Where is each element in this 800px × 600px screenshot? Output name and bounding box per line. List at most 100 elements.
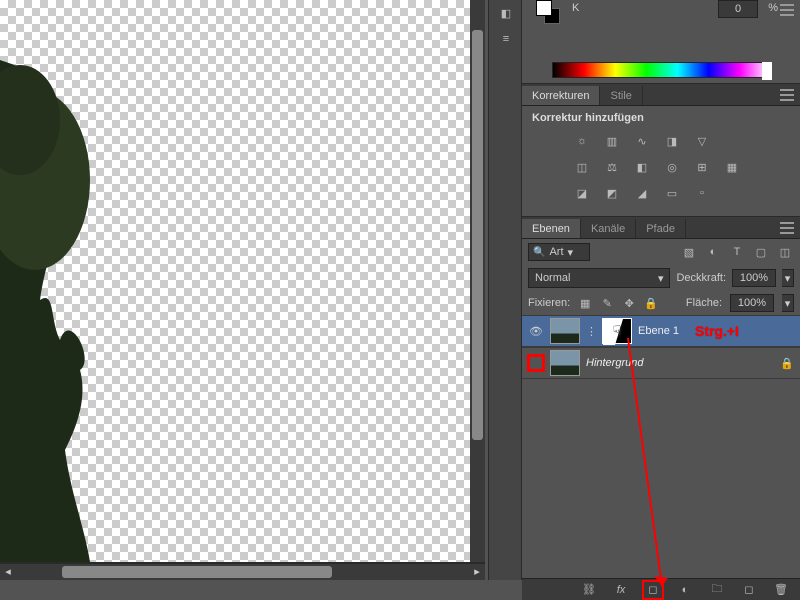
layer-fx-icon[interactable]: fx — [612, 582, 630, 598]
collapsed-panel-strip: ◧ ≡ — [488, 0, 522, 580]
curves-icon[interactable]: ∿ — [632, 132, 652, 150]
opacity-input[interactable]: 100% — [732, 269, 776, 287]
filter-adjustment-icon[interactable]: ◐ — [704, 243, 722, 261]
hue-icon[interactable]: ◫ — [572, 158, 592, 176]
layer-row[interactable]: 👁 ⋮ ☟ Ebene 1 Strg.+I — [522, 315, 800, 347]
layer-name[interactable]: Hintergrund — [586, 357, 643, 369]
posterize-icon[interactable]: ◩ — [602, 184, 622, 202]
foreground-color-swatch[interactable] — [536, 0, 552, 16]
scroll-left-icon[interactable]: ◂ — [2, 566, 14, 578]
vibrance-icon[interactable]: ▽ — [692, 132, 712, 150]
document-window: ◂ ▸ — [0, 0, 485, 580]
search-icon: 🔍 — [533, 247, 545, 258]
vertical-scrollbar[interactable] — [470, 0, 485, 562]
chevron-down-icon: ▾ — [658, 272, 664, 285]
layers-tabs: Ebenen Kanäle Pfade — [522, 217, 800, 239]
lock-position-icon[interactable]: ✥ — [622, 296, 636, 310]
canvas[interactable] — [0, 0, 470, 562]
collapsed-panel-icon[interactable]: ◧ — [489, 0, 523, 26]
panel-menu-icon[interactable] — [780, 4, 794, 16]
layers-panel: Ebenen Kanäle Pfade 🔍 Art ▾ ▧ ◐ T ▢ ◫ No… — [522, 217, 800, 379]
tab-ebenen[interactable]: Ebenen — [522, 219, 581, 238]
adjustment-icons-row-1: ☼ ▥ ∿ ◨ ▽ — [522, 128, 800, 154]
new-group-icon[interactable]: 🗀 — [708, 582, 726, 598]
new-layer-icon[interactable]: ◻ — [740, 582, 758, 598]
adjustments-panel: Korrekturen Stile Korrektur hinzufügen ☼… — [522, 84, 800, 217]
add-mask-icon[interactable]: ◻ — [644, 582, 662, 598]
lock-fill-row: Fixieren: ▦ ✎ ✥ 🔒 Fläche: 100% ▾ — [522, 291, 800, 315]
channel-mixer-icon[interactable]: ⊞ — [692, 158, 712, 176]
layer-list: 👁 ⋮ ☟ Ebene 1 Strg.+I Hintergrund 🔒 — [522, 315, 800, 379]
filter-shape-icon[interactable]: ▢ — [752, 243, 770, 261]
adjustments-tabs: Korrekturen Stile — [522, 84, 800, 106]
blend-mode-value: Normal — [535, 272, 570, 284]
lock-all-icon[interactable]: 🔒 — [644, 296, 658, 310]
fill-input[interactable]: 100% — [730, 294, 774, 312]
annotation-text: Strg.+I — [695, 323, 739, 339]
layer-name[interactable]: Ebene 1 — [638, 325, 679, 337]
visibility-toggle[interactable] — [528, 355, 544, 371]
tab-kanaele[interactable]: Kanäle — [581, 219, 636, 238]
lock-transparency-icon[interactable]: ▦ — [578, 296, 592, 310]
opacity-label: Deckkraft: — [676, 272, 726, 284]
filter-smart-icon[interactable]: ◫ — [776, 243, 794, 261]
lock-icon: 🔒 — [780, 357, 794, 370]
visibility-toggle[interactable]: 👁 — [528, 323, 544, 339]
levels-icon[interactable]: ▥ — [602, 132, 622, 150]
mask-link-icon[interactable]: ⋮ — [586, 325, 596, 338]
layer-filter-label: Art — [549, 246, 563, 258]
color-value-input[interactable]: 0 — [718, 0, 758, 18]
lock-paint-icon[interactable]: ✎ — [600, 296, 614, 310]
color-unit-label: % — [768, 2, 778, 14]
exposure-icon[interactable]: ◨ — [662, 132, 682, 150]
blend-mode-select[interactable]: Normal ▾ — [528, 268, 670, 288]
tab-pfade[interactable]: Pfade — [636, 219, 686, 238]
color-spectrum[interactable] — [552, 62, 772, 78]
layer-thumbnail[interactable] — [550, 350, 580, 376]
hscroll-thumb[interactable] — [62, 566, 332, 578]
layer-thumbnail[interactable] — [550, 318, 580, 344]
opacity-dropdown-icon[interactable]: ▾ — [782, 269, 794, 287]
layer-mask-thumbnail[interactable]: ☟ — [602, 318, 632, 344]
scroll-right-icon[interactable]: ▸ — [471, 566, 483, 578]
tab-korrekturen[interactable]: Korrekturen — [522, 86, 600, 105]
layer-panel-buttons: ⛓ fx ◻ ◐ 🗀 ◻ 🗑 — [522, 578, 800, 600]
panel-menu-icon[interactable] — [780, 222, 794, 234]
image-content — [0, 60, 110, 562]
collapsed-panel-icon[interactable]: ≡ — [489, 26, 523, 52]
color-panel: K 0 % — [522, 0, 800, 84]
panels-column: K 0 % Korrekturen Stile Korrektur hinzuf… — [522, 0, 800, 600]
vscroll-thumb[interactable] — [472, 30, 483, 440]
color-channel-label: K — [572, 2, 579, 14]
gradient-map-icon[interactable]: ▭ — [662, 184, 682, 202]
color-balance-icon[interactable]: ⚖ — [602, 158, 622, 176]
eye-icon: 👁 — [529, 325, 543, 338]
cursor-icon: ☟ — [613, 323, 622, 340]
new-adjustment-layer-icon[interactable]: ◐ — [676, 582, 694, 598]
bw-icon[interactable]: ◧ — [632, 158, 652, 176]
photo-filter-icon[interactable]: ◎ — [662, 158, 682, 176]
tab-stile[interactable]: Stile — [600, 86, 642, 105]
blend-opacity-row: Normal ▾ Deckkraft: 100% ▾ — [522, 265, 800, 291]
adjustment-icons-row-2: ◫ ⚖ ◧ ◎ ⊞ ▦ — [522, 154, 800, 180]
brightness-icon[interactable]: ☼ — [572, 132, 592, 150]
panel-menu-icon[interactable] — [780, 89, 794, 101]
link-layers-icon[interactable]: ⛓ — [580, 582, 598, 598]
layer-row[interactable]: Hintergrund 🔒 — [522, 347, 800, 379]
layer-filter-select[interactable]: 🔍 Art ▾ — [528, 243, 590, 261]
lock-label: Fixieren: — [528, 297, 570, 309]
filter-pixel-icon[interactable]: ▧ — [680, 243, 698, 261]
delete-layer-icon[interactable]: 🗑 — [772, 582, 790, 598]
color-lookup-icon[interactable]: ▦ — [722, 158, 742, 176]
visibility-off-icon — [530, 355, 542, 371]
fill-dropdown-icon[interactable]: ▾ — [782, 294, 794, 312]
selective-color-icon[interactable]: ▫ — [692, 184, 712, 202]
foreground-background-swatch[interactable] — [536, 0, 560, 24]
filter-type-icon[interactable]: T — [728, 243, 746, 261]
fill-label: Fläche: — [686, 297, 722, 309]
layer-filter-bar: 🔍 Art ▾ ▧ ◐ T ▢ ◫ — [522, 239, 800, 265]
horizontal-scrollbar[interactable]: ◂ ▸ — [0, 564, 485, 580]
adjustments-title: Korrektur hinzufügen — [522, 106, 800, 128]
invert-icon[interactable]: ◪ — [572, 184, 592, 202]
threshold-icon[interactable]: ◢ — [632, 184, 652, 202]
